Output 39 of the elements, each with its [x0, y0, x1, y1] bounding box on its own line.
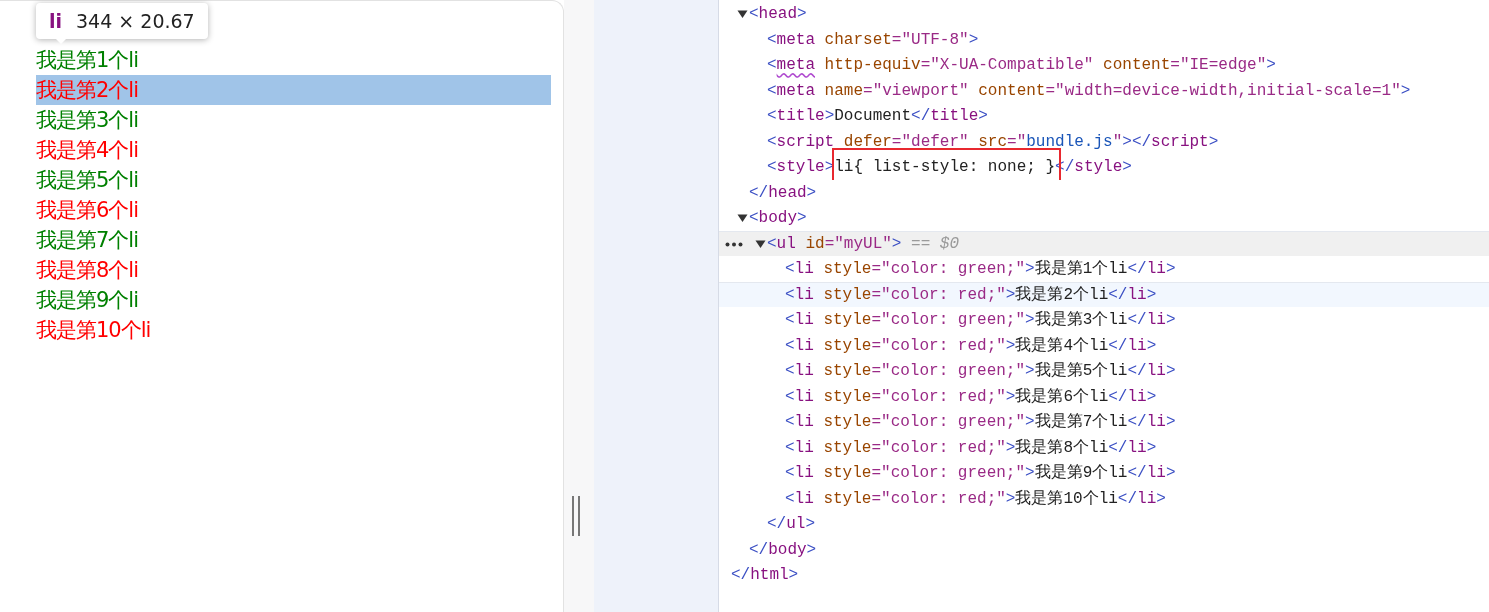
code-line: <body>	[749, 208, 807, 229]
code-line: <script defer="defer" src="bundle.js"></script>	[767, 131, 1219, 152]
list-item: 我是第8个li	[36, 258, 139, 282]
tooltip-tag: li	[49, 10, 63, 32]
code-line: <li style="color: red;">我是第10个li</li>	[785, 488, 1166, 509]
code-line: <meta charset="UTF-8">	[767, 29, 979, 50]
code-line: </head>	[749, 182, 817, 203]
list-item: 我是第2个li	[36, 78, 139, 102]
more-icon[interactable]	[725, 241, 743, 247]
list-item: 我是第5个li	[36, 168, 139, 192]
code-line: </body>	[749, 539, 817, 560]
code-line: <meta name="viewport" content="width=device-width,initial-scale=1">	[767, 80, 1411, 101]
code-line: <ul id="myUL"> == $0	[767, 233, 960, 254]
list-item: 我是第3个li	[36, 108, 139, 132]
code-line: <li style="color: green;">我是第9个li</li>	[785, 463, 1176, 484]
list-item: 我是第1个li	[36, 48, 139, 72]
code-line: <meta http-equiv="X-UA-Compatible" content="IE=edge">	[767, 55, 1276, 76]
code-line: <title>Document</title>	[767, 106, 988, 127]
code-line: <li style="color: red;">我是第4个li</li>	[785, 335, 1157, 356]
code-line: <li style="color: green;">我是第1个li</li>	[785, 259, 1176, 280]
code-line: <li style="color: green;">我是第7个li</li>	[785, 412, 1176, 433]
caret-icon[interactable]	[755, 238, 766, 249]
caret-icon[interactable]	[737, 9, 748, 20]
code-line: <li style="color: red;">我是第2个li</li>	[785, 284, 1157, 305]
caret-icon[interactable]	[737, 213, 748, 224]
list-item: 我是第10个li	[36, 318, 151, 342]
code-line: </ul>	[767, 514, 815, 535]
code-line: <li style="color: green;">我是第5个li</li>	[785, 361, 1176, 382]
tooltip-size: 344 × 20.67	[76, 10, 195, 32]
list-item: 我是第7个li	[36, 228, 139, 252]
list-item: 我是第9个li	[36, 288, 139, 312]
code-line: <li style="color: red;">我是第8个li</li>	[785, 437, 1157, 458]
code-line: <head>	[749, 4, 807, 25]
list-item: 我是第4个li	[36, 138, 139, 162]
code-line: <li style="color: red;">我是第6个li</li>	[785, 386, 1157, 407]
code-line: </html>	[731, 565, 799, 586]
code-line: <li style="color: green;">我是第3个li</li>	[785, 310, 1176, 331]
list-item: 我是第6个li	[36, 198, 139, 222]
drag-handle-icon[interactable]	[572, 496, 580, 536]
